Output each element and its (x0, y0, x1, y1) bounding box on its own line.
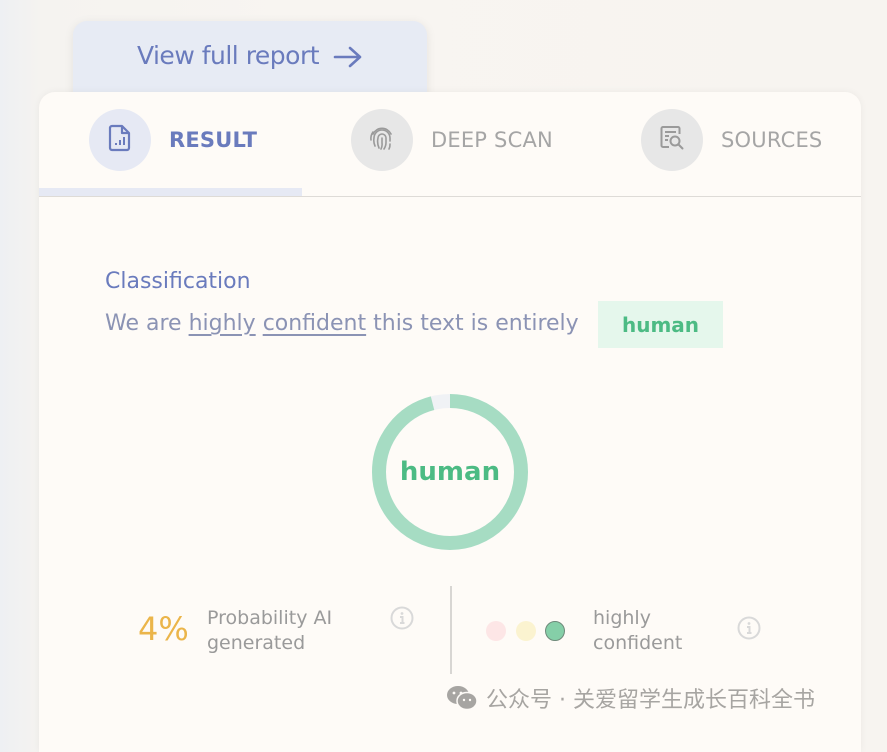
tab-sources[interactable]: SOURCES (641, 109, 822, 171)
view-full-report-label: View full report (136, 41, 320, 70)
watermark: 公众号 · 关爱留学生成长百科全书 (446, 682, 815, 714)
tab-bar: RESULT DEEP SCAN SOURCES (39, 92, 861, 197)
ai-probability-label: Probability AI generated (207, 607, 333, 654)
confidence-dot-high (545, 621, 565, 641)
tab-result[interactable]: RESULT (89, 109, 257, 171)
fingerprint-icon (366, 122, 398, 158)
tab-deep-scan[interactable]: DEEP SCAN (351, 109, 553, 171)
watermark-text: 公众号 · 关爱留学生成长百科全书 (486, 688, 815, 713)
ai-probability-value: 4% (138, 610, 189, 648)
active-tab-indicator (39, 188, 302, 196)
confidence-label: highly confident (593, 607, 683, 654)
wechat-icon (446, 684, 478, 712)
tab-sources-label: SOURCES (721, 128, 823, 152)
result-card: RESULT DEEP SCAN SOURCES Classification … (39, 92, 861, 752)
classification-sentence: We are highly confident this text is ent… (105, 311, 579, 336)
stats-divider (450, 586, 452, 674)
arrow-right-icon (333, 41, 363, 73)
tab-result-label: RESULT (169, 128, 258, 152)
document-search-icon (658, 124, 686, 156)
tab-deep-scan-label: DEEP SCAN (431, 128, 553, 152)
confidence-dot-medium (516, 621, 536, 641)
ai-probability-info-icon[interactable] (390, 606, 414, 630)
highly-link[interactable]: highly (189, 311, 256, 336)
confidence-dot-low (486, 621, 506, 641)
document-chart-icon (107, 124, 133, 156)
donut-label: human (399, 457, 501, 487)
classification-title: Classification (105, 269, 251, 294)
confidence-info-icon[interactable] (737, 616, 761, 640)
classification-badge: human (598, 301, 723, 348)
confident-link[interactable]: confident (263, 311, 366, 336)
